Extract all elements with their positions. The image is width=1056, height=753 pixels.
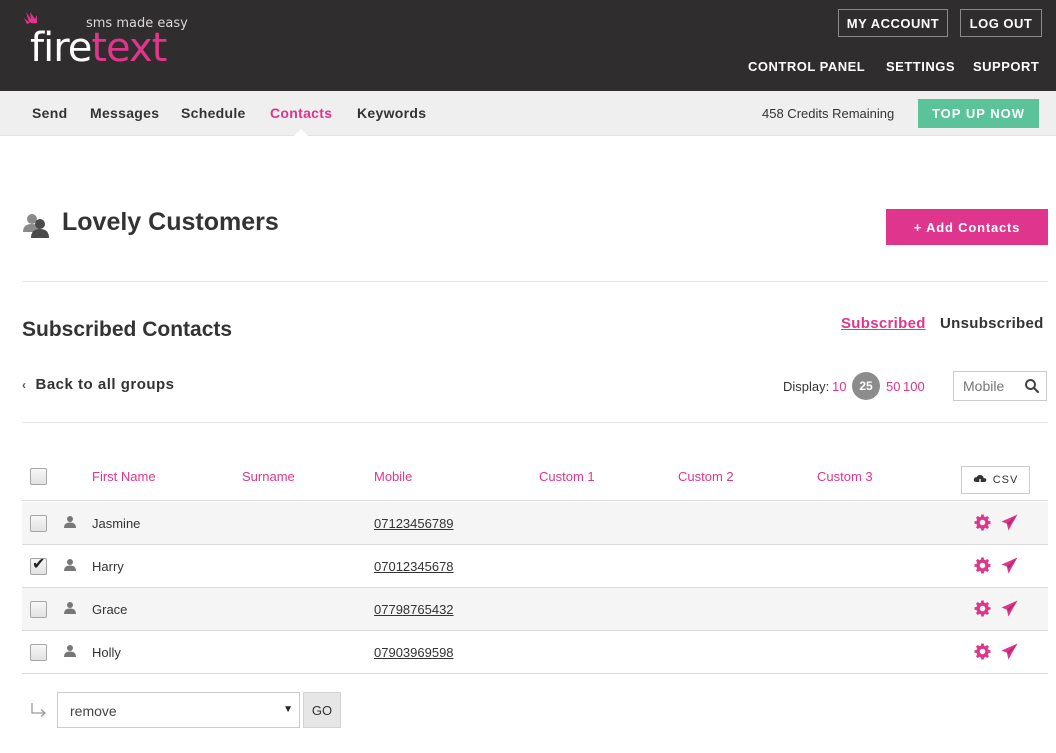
first-name-cell: Holly (92, 645, 121, 660)
bulk-action-value: remove (70, 703, 117, 719)
contacts-table-header: First Name Surname Mobile Custom 1 Custo… (22, 455, 1048, 501)
column-custom-2[interactable]: Custom 2 (678, 469, 734, 484)
send-paper-plane-icon[interactable] (1001, 600, 1018, 617)
nav-settings[interactable]: SETTINGS (886, 59, 955, 74)
display-label: Display: (783, 379, 830, 394)
bulk-action-select[interactable]: remove ▼ (57, 692, 300, 728)
table-row: Holly 07903969598 (22, 631, 1048, 674)
person-icon (64, 645, 76, 657)
send-paper-plane-icon[interactable] (1001, 557, 1018, 574)
tab-subscribed[interactable]: Subscribed (841, 315, 926, 332)
table-row: ✔ Harry 07012345678 (22, 545, 1048, 588)
person-icon (64, 559, 76, 571)
add-contacts-button[interactable]: + Add Contacts (886, 209, 1048, 245)
divider (22, 281, 1048, 282)
active-tab-caret (294, 129, 308, 136)
chevron-left-icon: ‹ (22, 377, 27, 392)
cloud-download-icon (973, 474, 986, 486)
turn-arrow-icon (31, 703, 46, 717)
tab-schedule[interactable]: Schedule (181, 105, 246, 121)
logo-wordmark: firetext (30, 25, 167, 71)
my-account-button[interactable]: MY ACCOUNT (838, 9, 948, 37)
column-custom-3[interactable]: Custom 3 (817, 469, 873, 484)
log-out-button[interactable]: LOG OUT (960, 9, 1042, 37)
column-first-name[interactable]: First Name (92, 469, 156, 484)
gear-icon[interactable] (974, 643, 991, 660)
mobile-search-input[interactable] (954, 372, 1020, 400)
credits-remaining: 458 Credits Remaining (762, 106, 895, 121)
sub-navigation: Send Messages Schedule Contacts Keywords… (0, 91, 1056, 136)
gear-icon[interactable] (974, 557, 991, 574)
first-name-cell: Jasmine (92, 516, 141, 531)
gear-icon[interactable] (974, 514, 991, 531)
gear-icon[interactable] (974, 600, 991, 617)
first-name-cell: Grace (92, 602, 128, 617)
search-icon[interactable] (1024, 378, 1040, 394)
firetext-logo[interactable]: sms made easy firetext (22, 10, 192, 70)
csv-export-button[interactable]: CSV (961, 466, 1030, 494)
page-title: Lovely Customers (62, 208, 279, 236)
tab-messages[interactable]: Messages (90, 105, 159, 121)
column-custom-1[interactable]: Custom 1 (539, 469, 595, 484)
column-surname[interactable]: Surname (242, 469, 295, 484)
table-row: Jasmine 07123456789 (22, 502, 1048, 545)
tab-unsubscribed[interactable]: Unsubscribed (940, 315, 1044, 332)
csv-label: CSV (992, 474, 1019, 486)
checkmark-icon: ✔ (32, 556, 46, 573)
person-icon (64, 516, 76, 528)
display-option-50[interactable]: 50 (886, 379, 900, 394)
send-paper-plane-icon[interactable] (1001, 643, 1018, 660)
nav-support[interactable]: SUPPORT (973, 59, 1039, 74)
nav-control-panel[interactable]: CONTROL PANEL (748, 59, 865, 74)
row-checkbox[interactable] (30, 601, 47, 618)
tab-keywords[interactable]: Keywords (357, 105, 426, 121)
first-name-cell: Harry (92, 559, 124, 574)
table-row: Grace 07798765432 (22, 588, 1048, 631)
section-title: Subscribed Contacts (22, 318, 233, 341)
display-option-100[interactable]: 100 (903, 379, 925, 394)
mobile-number-link[interactable]: 07012345678 (374, 559, 454, 574)
select-all-checkbox[interactable] (30, 468, 47, 485)
mobile-search-box (953, 371, 1047, 401)
group-users-icon (23, 214, 49, 238)
top-up-now-button[interactable]: TOP UP NOW (918, 99, 1039, 128)
mobile-number-link[interactable]: 07123456789 (374, 516, 454, 531)
row-checkbox[interactable] (30, 644, 47, 661)
display-option-25-selected[interactable]: 25 (852, 372, 880, 400)
dropdown-caret-icon: ▼ (283, 704, 293, 715)
tab-send[interactable]: Send (32, 105, 67, 121)
logo-word-text: text (91, 25, 167, 71)
top-header: sms made easy firetext MY ACCOUNT LOG OU… (0, 0, 1056, 91)
logo-word-fire: fire (30, 25, 92, 71)
row-checkbox[interactable] (30, 515, 47, 532)
column-mobile[interactable]: Mobile (374, 469, 412, 484)
row-checkbox-checked[interactable]: ✔ (30, 556, 47, 575)
person-icon (64, 602, 76, 614)
send-paper-plane-icon[interactable] (1001, 514, 1018, 531)
back-to-all-groups-link[interactable]: ‹ Back to all groups (22, 376, 175, 393)
display-option-10[interactable]: 10 (832, 379, 846, 394)
divider (22, 422, 1048, 423)
tab-contacts[interactable]: Contacts (270, 105, 332, 121)
mobile-number-link[interactable]: 07903969598 (374, 645, 454, 660)
mobile-number-link[interactable]: 07798765432 (374, 602, 454, 617)
back-link-label: Back to all groups (35, 376, 175, 393)
go-button[interactable]: GO (303, 692, 341, 728)
